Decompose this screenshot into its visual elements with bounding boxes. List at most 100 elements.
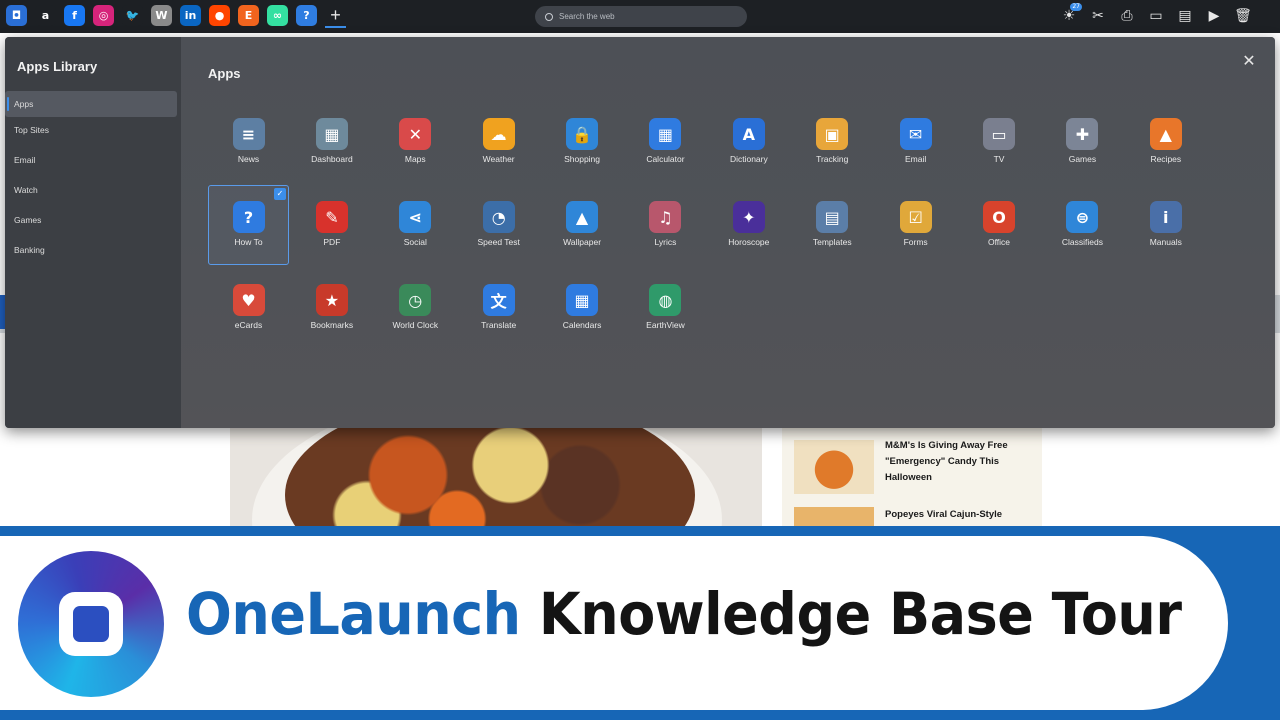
browser-taskbar: ◘ a f ◎ 🐦 Win ● E ∞? + Search the web ☀ 27 ✂ ⎙ ▭ ▤ ▶ 🗑 [0,0,1280,33]
tracking-icon: ▣ [816,118,849,150]
app-tile-horoscope[interactable]: ✦ Horoscope [708,185,789,265]
record-icon[interactable]: ▭ [1147,6,1165,26]
app-label: Forms [903,237,928,247]
library-sidebar: Apps Library Apps Top Sites Email Watch Game… [5,37,181,428]
app-tile-recipes[interactable]: ▲ Recipes [1125,102,1206,182]
reddit-icon[interactable]: ● [209,5,230,26]
app-label: How To [234,237,263,247]
templates-icon: ▤ [816,201,849,233]
extensions-badge: 27 [1070,3,1082,11]
calendars-icon: ▦ [566,284,599,316]
app-tile-calculator[interactable]: ▦ Calculator [625,102,706,182]
snip-icon[interactable]: ✂ [1089,6,1107,26]
translate-icon: 文 [482,284,515,316]
app-label: Bookmarks [310,320,354,330]
app-tile-maps[interactable]: ✕ Maps [375,102,456,182]
app-label: Email [904,154,927,164]
recipes-icon: ▲ [1149,118,1182,150]
new-tab-button[interactable]: + [325,5,346,28]
news-icon: ≡ [232,118,265,150]
app-label: Horoscope [728,237,770,247]
app-tile-tv[interactable]: ▭ TV [959,102,1040,182]
headline-rest: Knowledge Base Tour [520,580,1182,648]
app-label: News [237,154,260,164]
sidebar-item-banking[interactable]: Banking [5,237,181,267]
app-label: Lyrics [654,237,677,247]
app-tile-weather[interactable]: ☁ Weather [458,102,539,182]
sidebar-item-email[interactable]: Email [5,147,181,177]
instagram-icon[interactable]: ◎ [93,5,114,26]
app-tile-email[interactable]: ✉ Email [875,102,956,182]
trash-icon[interactable]: 🗑 [1234,6,1252,26]
twitter-icon[interactable]: 🐦 [122,5,143,26]
amazon-icon[interactable]: a [35,5,56,26]
app-label: Social [403,237,427,247]
trash-icon-glyph: 🗑 [1234,8,1252,24]
snip-icon-glyph: ✂ [1092,8,1104,24]
app-tile-tracking[interactable]: ▣ Tracking [792,102,873,182]
sidebar-item-watch[interactable]: Watch [5,177,181,207]
app-label: Classifieds [1061,237,1103,247]
app-label: Templates [812,237,852,247]
app-tile-classifieds[interactable]: ⊜ Classifieds [1042,185,1123,265]
app-tile-social[interactable]: ⋖ Social [375,185,456,265]
app-tile-calendars[interactable]: ▦ Calendars [542,268,623,348]
linkedin-icon[interactable]: in [180,5,201,26]
app-tile-how-to[interactable]: ? How To ✓ [208,185,289,265]
app-label: Dashboard [311,154,353,164]
app-tile-world-clock[interactable]: ◷ World Clock [375,268,456,348]
play-icon-glyph: ▶ [1208,8,1220,24]
app-tile-news[interactable]: ≡ News [208,102,289,182]
logo-square [59,592,123,656]
apps-library-panel: Apps Library Apps Top Sites Email Watch Game… [5,37,1275,428]
notes-icon[interactable]: ▤ [1176,6,1194,26]
onelaunch-icon[interactable]: ◘ [6,5,27,26]
close-icon[interactable]: ✕ [1239,51,1259,71]
app-tile-dictionary[interactable]: A Dictionary [708,102,789,182]
app-tile-forms[interactable]: ☑ Forms [875,185,956,265]
app-tile-ecards[interactable]: ♥ eCards [208,268,289,348]
facebook-icon[interactable]: f [64,5,85,26]
app-label: Calendars [562,320,602,330]
sidebar-item-top-sites[interactable]: Top Sites [5,117,181,147]
app-tile-shopping[interactable]: 🔒 Shopping [542,102,623,182]
shopping-icon: 🔒 [566,118,599,150]
sidebar-item-apps[interactable]: Apps [5,91,177,117]
app-tile-wallpaper[interactable]: ▲ Wallpaper [542,185,623,265]
app-label: Calculator [646,154,685,164]
etsy-icon[interactable]: E [238,5,259,26]
app-tile-bookmarks[interactable]: ★ Bookmarks [291,268,372,348]
help-icon[interactable]: ? [296,5,317,26]
app-tile-games[interactable]: ✚ Games [1042,102,1123,182]
classifieds-icon: ⊜ [1066,201,1099,233]
search-bar[interactable]: Search the web [535,6,747,27]
app-tile-dashboard[interactable]: ▦ Dashboard [291,102,372,182]
news-headline-2[interactable]: Popeyes Viral Cajun-Style [885,507,1035,523]
maps-icon: ✕ [399,118,432,150]
sidebar-item-games[interactable]: Games [5,207,181,237]
favicon-bar: ◘ a f ◎ 🐦 Win ● E ∞? + [6,5,346,28]
app-tile-office[interactable]: O Office [959,185,1040,265]
app-label: Translate [481,320,517,330]
app-label: Tracking [816,154,849,164]
print-icon[interactable]: ⎙ [1118,6,1136,26]
bookmarks-icon: ★ [315,284,348,316]
wikipedia-icon[interactable]: W [151,5,172,26]
extensions-icon[interactable]: ☀ 27 [1060,3,1082,26]
app-tile-manuals[interactable]: i Manuals [1125,185,1206,265]
record-icon-glyph: ▭ [1149,8,1163,24]
app-tile-pdf[interactable]: ✎ PDF [291,185,372,265]
app-tile-speed-test[interactable]: ◔ Speed Test [458,185,539,265]
news-thumbnail [794,440,874,494]
app-label: Wallpaper [563,237,602,247]
app-label: Maps [404,154,426,164]
speed-test-icon: ◔ [482,201,515,233]
app-tile-translate[interactable]: 文 Translate [458,268,539,348]
news-headline-1[interactable]: M&M's Is Giving Away Free "Emergency" Ca… [885,438,1035,486]
app-label: Recipes [1150,154,1182,164]
app-tile-lyrics[interactable]: ♫ Lyrics [625,185,706,265]
app-tile-earthview[interactable]: ◍ EarthView [625,268,706,348]
tripadvisor-icon[interactable]: ∞ [267,5,288,26]
app-tile-templates[interactable]: ▤ Templates [792,185,873,265]
play-icon[interactable]: ▶ [1205,6,1223,26]
